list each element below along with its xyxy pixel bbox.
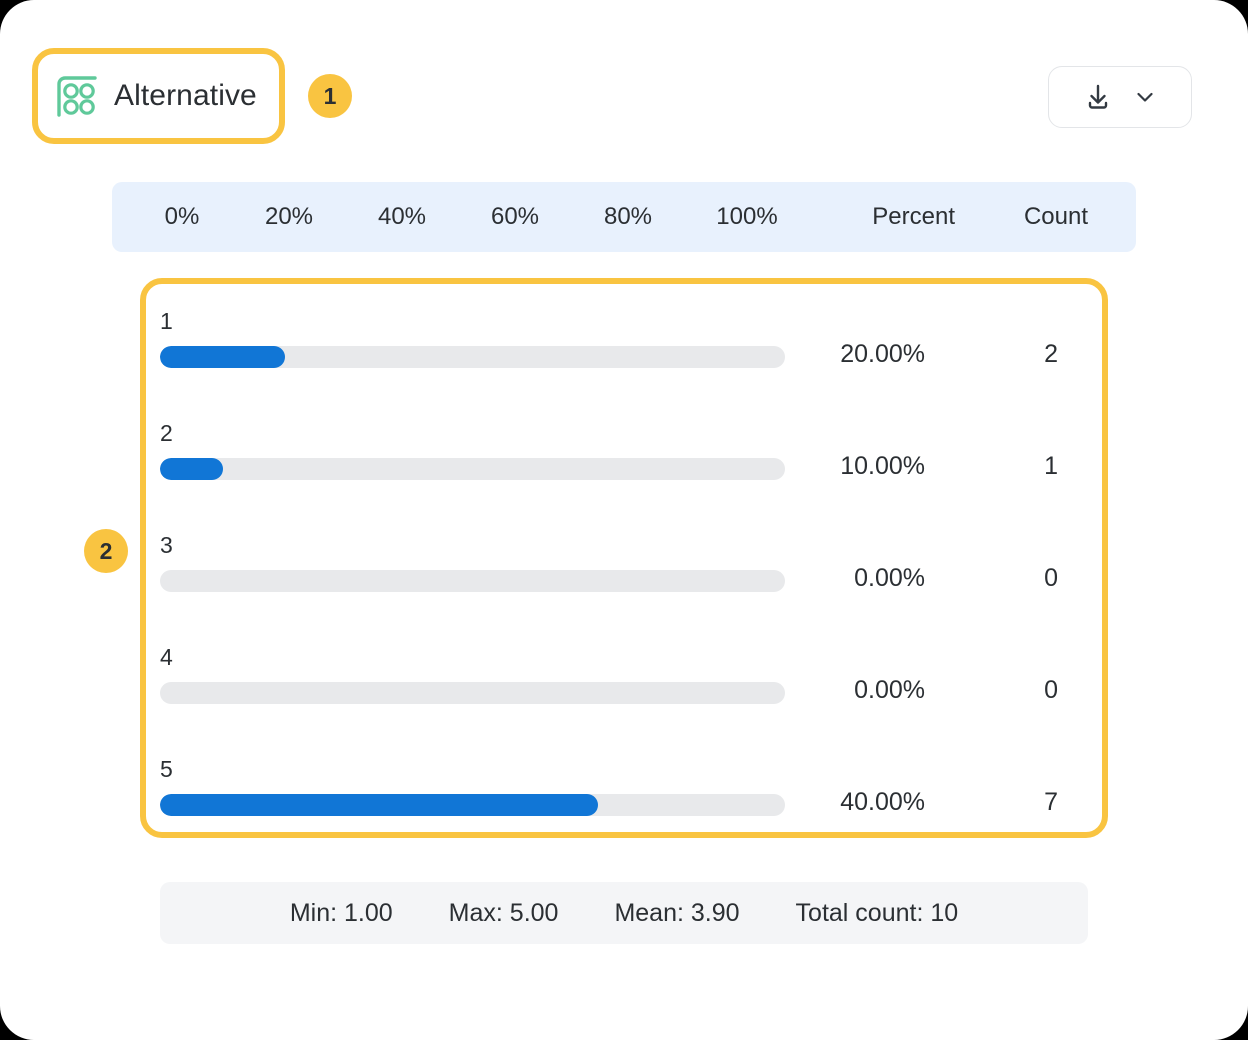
row-label: 1: [160, 308, 173, 334]
row-count: 7: [1044, 788, 1058, 816]
answer-rows-list: 1 20.00% 2 2 10.00% 1 3 0.00% 0 4 0.00% …: [146, 284, 1102, 832]
bar-track: [160, 458, 785, 480]
row-label: 3: [160, 532, 173, 558]
row-percent: 20.00%: [840, 340, 925, 368]
page-title: Alternative: [114, 79, 257, 112]
row-percent: 0.00%: [854, 676, 925, 704]
row-label: 2: [160, 420, 173, 446]
download-icon: [1083, 82, 1113, 112]
stat-total: Total count: 10: [795, 898, 959, 927]
stat-mean: Mean: 3.90: [614, 898, 740, 927]
axis-tick-80: 80%: [603, 203, 653, 230]
summary-stats-bar: Min: 1.00 Max: 5.00 Mean: 3.90 Total cou…: [160, 882, 1088, 944]
table-row[interactable]: 5 40.00% 7: [146, 732, 1102, 844]
annotation-badge-1: 1: [308, 74, 352, 118]
chevron-down-icon: [1133, 85, 1157, 109]
row-count: 1: [1044, 452, 1058, 480]
bar-fill: [160, 346, 285, 368]
table-row[interactable]: 3 0.00% 0: [146, 508, 1102, 620]
row-label: 5: [160, 756, 173, 782]
stat-min: Min: 1.00: [289, 898, 393, 927]
bar-fill: [160, 458, 223, 480]
row-label: 4: [160, 644, 173, 670]
column-header-percent: Percent: [872, 203, 955, 230]
bar-fill: [160, 794, 598, 816]
bar-track: [160, 794, 785, 816]
bar-track: [160, 346, 785, 368]
bar-track: [160, 570, 785, 592]
row-percent: 0.00%: [854, 564, 925, 592]
row-count: 2: [1044, 340, 1058, 368]
survey-result-card: Alternative 1 0% 20% 40% 60% 80% 100% Pe…: [0, 0, 1248, 1040]
bar-track: [160, 682, 785, 704]
row-count: 0: [1044, 564, 1058, 592]
table-row[interactable]: 4 0.00% 0: [146, 620, 1102, 732]
axis-tick-100: 100%: [716, 203, 778, 230]
row-percent: 10.00%: [840, 452, 925, 480]
axis-tick-20: 20%: [264, 203, 314, 230]
grid-dots-icon: [54, 73, 100, 119]
table-row[interactable]: 2 10.00% 1: [146, 396, 1102, 508]
download-button[interactable]: [1048, 66, 1192, 128]
card-header: Alternative 1: [0, 0, 1248, 162]
answer-rows-highlight: 1 20.00% 2 2 10.00% 1 3 0.00% 0 4 0.00% …: [140, 278, 1108, 838]
scale-header-row: 0% 20% 40% 60% 80% 100% Percent Count: [112, 182, 1136, 252]
axis-tick-40: 40%: [377, 203, 427, 230]
column-header-count: Count: [1023, 203, 1088, 230]
axis-tick-0: 0%: [164, 203, 200, 230]
row-percent: 40.00%: [840, 788, 925, 816]
row-count: 0: [1044, 676, 1058, 704]
table-row[interactable]: 1 20.00% 2: [146, 284, 1102, 396]
annotation-badge-2: 2: [84, 529, 128, 573]
axis-tick-60: 60%: [490, 203, 540, 230]
stat-max: Max: 5.00: [448, 898, 559, 927]
question-title-highlight: Alternative: [32, 48, 285, 144]
